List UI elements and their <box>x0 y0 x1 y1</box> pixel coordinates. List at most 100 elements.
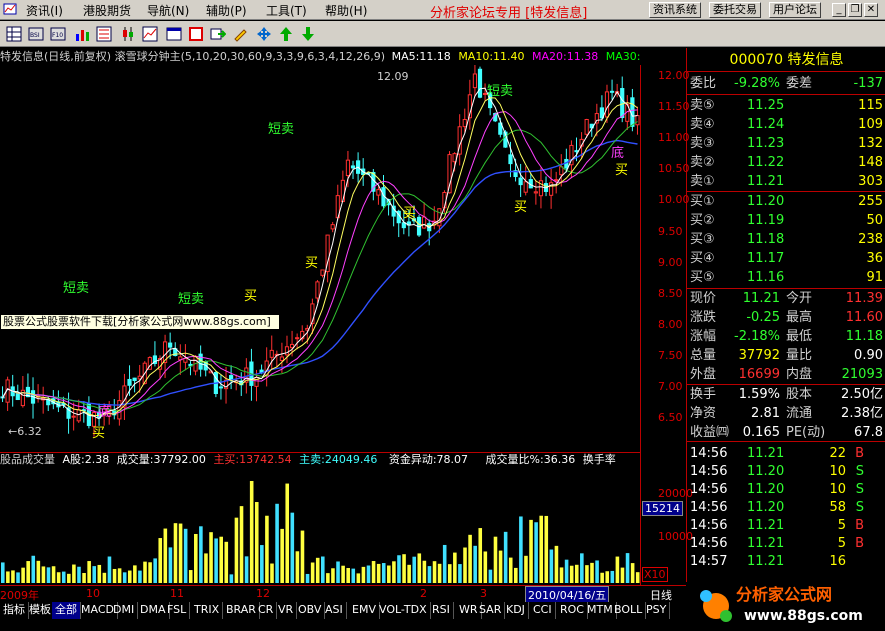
close-icon[interactable]: ✕ <box>864 3 878 17</box>
divider <box>687 288 885 289</box>
trade-button[interactable]: 委托交易 <box>709 2 761 18</box>
forum-button[interactable]: 用户论坛 <box>769 2 821 18</box>
volume-bar <box>498 550 503 583</box>
candle-body <box>320 269 325 276</box>
volume-bar <box>447 564 452 583</box>
tab-obv[interactable]: OBV <box>295 602 326 619</box>
menu-help[interactable]: 帮助(H) <box>325 2 367 19</box>
low-marker: ←6.32 <box>8 425 42 438</box>
restore-icon[interactable]: ❐ <box>848 3 862 17</box>
export-icon[interactable] <box>208 24 228 44</box>
period-label[interactable]: 日线 <box>650 587 672 603</box>
red-box-icon[interactable] <box>186 24 206 44</box>
candle-icon[interactable] <box>118 24 138 44</box>
volume-bar <box>432 561 437 583</box>
menu-tools[interactable]: 工具(T) <box>266 2 307 19</box>
window-icon[interactable] <box>164 24 184 44</box>
volume-bar <box>11 570 15 583</box>
candle-body <box>183 357 188 363</box>
divider <box>687 191 885 192</box>
volume-bar <box>514 567 518 583</box>
move-icon[interactable] <box>254 24 274 44</box>
volume-bar <box>41 566 46 583</box>
volume-bar <box>92 566 97 583</box>
menu-hk-futures[interactable]: 港股期货 <box>83 2 131 19</box>
high-marker: 12.09 <box>377 70 409 83</box>
tab-rsi[interactable]: RSI <box>429 602 454 619</box>
volume-bar <box>168 547 173 583</box>
f10-icon[interactable]: F10 <box>48 24 68 44</box>
tab-kdj[interactable]: KDJ <box>503 602 529 619</box>
volume-bar <box>600 572 604 583</box>
app-icon[interactable] <box>3 2 17 19</box>
tab-模板[interactable]: 模板 <box>26 602 55 619</box>
volume-bar <box>163 528 168 583</box>
stat-row: 收益㈣ 0.165 PE(动) 67.8 <box>690 425 883 440</box>
volume-bar <box>229 574 234 583</box>
down-arrow-icon[interactable] <box>298 24 318 44</box>
tick-row: 14:56 11.21 5 B <box>690 536 864 551</box>
tab-boll[interactable]: BOLL <box>611 602 647 619</box>
info-system-button[interactable]: 资讯系统 <box>649 2 701 18</box>
volume-bar <box>214 538 218 583</box>
tab-vol-tdx[interactable]: VOL-TDX <box>376 602 431 619</box>
volume-bar <box>605 571 610 583</box>
multi-chart-icon[interactable] <box>140 24 160 44</box>
menu-assist[interactable]: 辅助(P) <box>206 2 247 19</box>
candle-body <box>477 68 483 98</box>
date-label: 11 <box>170 587 184 600</box>
price-axis-label: 7.00 <box>658 380 683 393</box>
ma-line-yellow <box>2 97 638 417</box>
stock-list-icon[interactable] <box>94 24 114 44</box>
volume-bar <box>554 545 559 583</box>
volume-chart[interactable] <box>0 466 640 583</box>
buy-signal: 买 <box>615 163 628 178</box>
volume-bar <box>305 573 310 583</box>
bsi-icon[interactable]: BSI <box>26 24 46 44</box>
tick-row: 14:56 11.20 10 S <box>690 482 864 497</box>
bar-chart-icon[interactable] <box>72 24 92 44</box>
tab-sar[interactable]: SAR <box>476 602 506 619</box>
candle-body <box>462 119 467 128</box>
volume-bar <box>112 568 117 583</box>
volume-bar <box>133 565 137 583</box>
minimize-icon[interactable]: _ <box>832 3 846 17</box>
ma5-value: MA5:11.18 <box>391 50 451 63</box>
grid-icon[interactable] <box>4 24 24 44</box>
pencil-icon[interactable] <box>230 24 250 44</box>
volume-bar <box>463 547 467 583</box>
volume-bar <box>458 564 462 583</box>
candle-body <box>168 342 173 348</box>
volume-bar <box>620 567 625 583</box>
svg-text:F10: F10 <box>52 32 63 39</box>
tab-vr[interactable]: VR <box>275 602 298 619</box>
tab-指标[interactable]: 指标 <box>0 602 29 619</box>
tab-asi[interactable]: ASI <box>322 602 347 619</box>
bottom-signal: 底 <box>611 145 624 161</box>
tab-fsl[interactable]: FSL <box>164 602 191 619</box>
price-chart[interactable]: 12.09 ←6.32 短卖 短卖 短卖 短卖 买 买 买 买 买 买 底 底 <box>0 65 640 452</box>
menu-news[interactable]: 资讯(I) <box>26 2 63 19</box>
candle-body <box>401 222 406 229</box>
tab-dmi[interactable]: DMI <box>110 602 139 619</box>
tab-cr[interactable]: CR <box>255 602 278 619</box>
stat-row: 外盘 16699 内盘 21093 <box>690 367 883 382</box>
main-buy-value: 主买:13742.54 <box>213 453 292 466</box>
chart-title: 特发信息(日线,前复权) 滚雪球分钟主(5,10,20,30,60,9,3,3,… <box>0 50 386 63</box>
up-arrow-icon[interactable] <box>276 24 296 44</box>
volume-bar <box>138 570 142 583</box>
candle-body <box>198 353 203 370</box>
tab-psy[interactable]: PSY <box>643 602 671 619</box>
volume-bar <box>595 560 599 583</box>
price-axis-label: 8.00 <box>658 317 683 331</box>
candle-body <box>132 377 137 382</box>
tab-全部[interactable]: 全部 <box>52 602 81 619</box>
stat-row: 涨幅 -2.18% 最低 11.18 <box>690 329 883 344</box>
volume-bar <box>122 572 127 583</box>
tab-cci[interactable]: CCI <box>530 602 556 619</box>
candle-body <box>422 216 427 229</box>
tab-trix[interactable]: TRIX <box>191 602 224 619</box>
date-label: 12 <box>256 587 270 600</box>
menu-navigation[interactable]: 导航(N) <box>147 2 189 19</box>
candle-body <box>604 91 610 118</box>
